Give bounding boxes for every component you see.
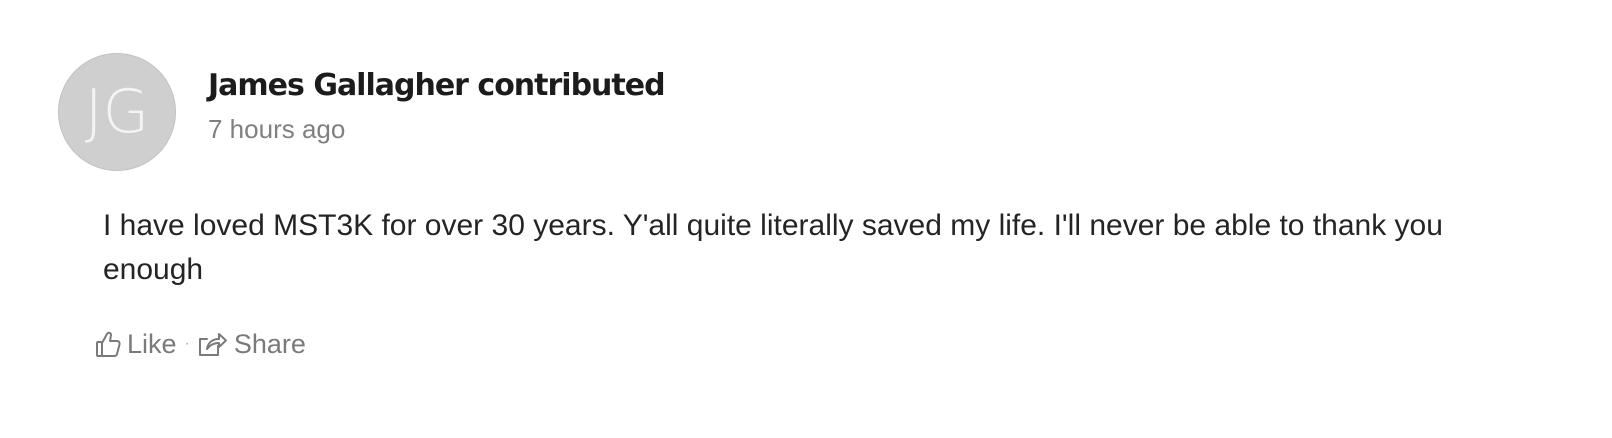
share-button[interactable]: Share	[198, 329, 306, 360]
action-separator: ·	[184, 335, 190, 352]
post-body: I have loved MST3K for over 30 years. Y'…	[103, 209, 1443, 286]
like-button[interactable]: Like	[95, 329, 177, 360]
author-line[interactable]: James Gallagher contributed	[208, 68, 666, 103]
share-icon	[198, 330, 228, 358]
thumbs-up-icon	[95, 330, 121, 358]
avatar[interactable]: JG	[58, 53, 176, 171]
post-timestamp: 7 hours ago	[208, 114, 346, 144]
like-label: Like	[127, 328, 177, 359]
contribution-post: JG James Gallagher contributed 7 hours a…	[0, 0, 1612, 438]
post-actions: Like · Share	[95, 326, 306, 362]
share-label: Share	[233, 328, 306, 359]
